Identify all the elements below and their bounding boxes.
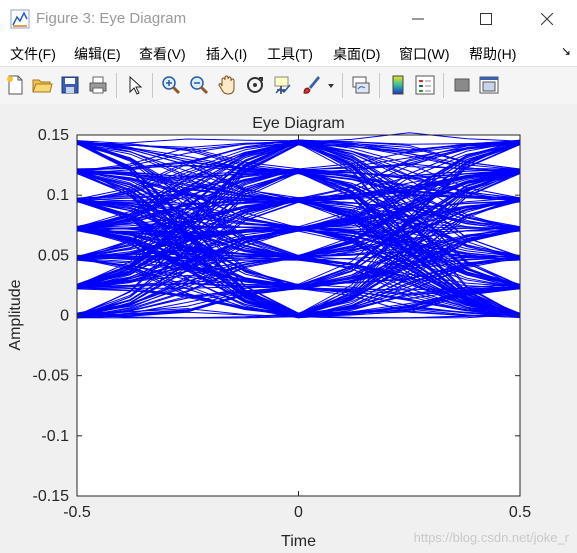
brush-dropdown-button[interactable] (326, 74, 336, 96)
print-button[interactable] (87, 74, 109, 96)
y-tick-label: -0.05 (33, 368, 70, 385)
open-file-button[interactable] (31, 74, 53, 96)
hide-plot-tools-button[interactable] (451, 74, 473, 96)
window-title: Figure 3: Eye Diagram (36, 10, 187, 27)
rotate-3d-button[interactable] (244, 74, 266, 96)
zoom-out-icon (190, 76, 209, 95)
zoom-out-button[interactable] (188, 74, 210, 96)
maximize-button[interactable] (463, 0, 509, 38)
x-tick-label: 0 (294, 504, 303, 521)
window-titlebar: Figure 3: Eye Diagram (0, 0, 577, 38)
menu-tools[interactable]: 工具(T) (267, 44, 313, 64)
toolbar-separator (379, 73, 380, 98)
legend-icon (415, 75, 435, 95)
brush-button[interactable] (300, 74, 322, 96)
data-cursor-button[interactable] (272, 74, 294, 96)
y-tick-label: -0.15 (33, 488, 70, 505)
menu-bar: 文件(F) 编辑(E) 查看(V) 插入(I) 工具(T) 桌面(D) 窗口(W… (0, 38, 577, 66)
brush-icon (303, 76, 320, 94)
pan-hand-icon (218, 75, 235, 95)
menu-desktop[interactable]: 桌面(D) (333, 44, 380, 64)
brush-dropdown-icon (328, 84, 334, 88)
save-button[interactable] (59, 74, 81, 96)
menu-insert[interactable]: 插入(I) (206, 44, 247, 64)
eye-diagram-plot: -0.5 0 0.5 0.15 0.1 0.05 0 -0.05 -0.1 -0.15 Eye D… (7, 115, 531, 550)
toolbar-separator (152, 73, 153, 98)
save-icon (61, 76, 79, 94)
y-tick-label: 0.05 (38, 247, 69, 264)
show-plot-tools-icon (479, 76, 499, 94)
new-figure-button[interactable] (4, 74, 26, 96)
minimize-icon (412, 18, 424, 20)
chart-title: Eye Diagram (252, 115, 344, 132)
data-cursor-icon (274, 76, 291, 94)
menu-window[interactable]: 窗口(W) (399, 44, 450, 64)
close-icon (541, 13, 553, 25)
hide-plot-tools-icon (454, 78, 470, 92)
maximize-icon (480, 13, 492, 25)
open-file-icon (32, 79, 53, 93)
print-icon (89, 76, 107, 94)
matlab-figure-icon (10, 9, 30, 29)
zoom-in-button[interactable] (160, 74, 182, 96)
link-plot-button[interactable] (350, 74, 372, 96)
menu-file[interactable]: 文件(F) (10, 44, 56, 64)
new-figure-icon (7, 75, 23, 95)
toolbar-separator (342, 73, 343, 98)
x-axis-label: Time (281, 533, 316, 550)
toolbar-separator (116, 73, 117, 98)
y-tick-label: 0.15 (38, 127, 69, 144)
edit-plot-arrow-icon (129, 75, 143, 95)
menu-help[interactable]: 帮助(H) (469, 44, 516, 64)
legend-button[interactable] (414, 74, 436, 96)
y-tick-label: 0 (60, 308, 69, 325)
colorbar-button[interactable] (387, 74, 409, 96)
colorbar-icon (392, 75, 404, 95)
menu-overflow-icon[interactable]: ↘ (561, 44, 571, 58)
figure-toolbar (0, 66, 577, 105)
menu-edit[interactable]: 编辑(E) (74, 44, 121, 64)
minimize-button[interactable] (395, 0, 441, 38)
figure-canvas: -0.5 0 0.5 0.15 0.1 0.05 0 -0.05 -0.1 -0.15 Eye D… (0, 104, 577, 553)
rotate-3d-icon (247, 77, 263, 93)
menu-view[interactable]: 查看(V) (139, 44, 186, 64)
y-axis-label: Amplitude (7, 279, 24, 350)
y-tick-label: 0.1 (47, 187, 69, 204)
edit-plot-button[interactable] (124, 74, 146, 96)
x-tick-label: -0.5 (63, 504, 91, 521)
close-button[interactable] (524, 0, 570, 38)
toolbar-separator (443, 73, 444, 98)
show-plot-tools-button[interactable] (478, 74, 500, 96)
pan-button[interactable] (216, 74, 238, 96)
x-tick-label: 0.5 (509, 504, 531, 521)
y-tick-label: -0.1 (41, 428, 69, 445)
watermark: https://blog.csdn.net/joke_r (413, 530, 569, 545)
link-plot-icon (352, 76, 370, 94)
zoom-in-icon (162, 76, 181, 95)
